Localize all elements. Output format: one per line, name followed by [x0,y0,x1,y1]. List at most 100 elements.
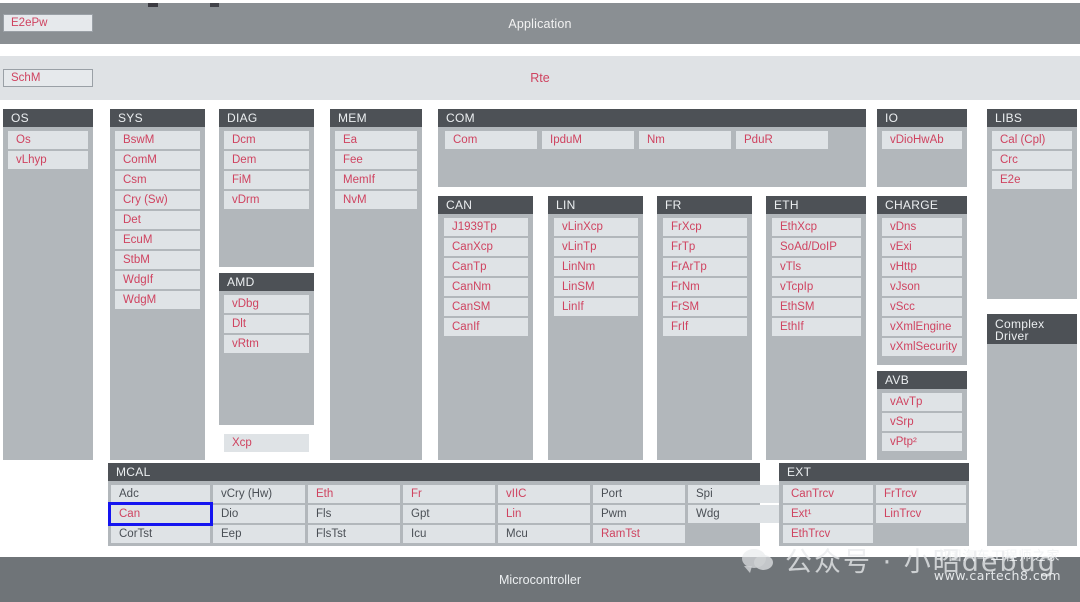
mcal-cell-icu[interactable]: Icu [403,525,495,543]
module-linnm[interactable]: LinNm [554,258,638,276]
module-frtp[interactable]: FrTp [663,238,747,256]
mcal-cell-adc[interactable]: Adc [111,485,210,503]
schm-chip[interactable]: SchM [3,69,93,87]
group-amd: AMD vDbg Dlt vRtm [219,273,314,425]
mcal-cell-viic[interactable]: vIIC [498,485,590,503]
module-dcm[interactable]: Dcm [224,131,309,149]
module-ipdum[interactable]: IpduM [542,131,634,149]
mcal-cell-gpt[interactable]: Gpt [403,505,495,523]
module-ea[interactable]: Ea [335,131,417,149]
module-vscc[interactable]: vScc [882,298,962,316]
module-stbm[interactable]: StbM [115,251,200,269]
module-fim[interactable]: FiM [224,171,309,189]
module-vptp[interactable]: vPtp² [882,433,962,451]
module-vlintp[interactable]: vLinTp [554,238,638,256]
mcal-cell-dio[interactable]: Dio [213,505,305,523]
ext-cell-cantrcv[interactable]: CanTrcv [783,485,873,503]
module-bswm[interactable]: BswM [115,131,200,149]
group-can: CAN J1939Tp CanXcp CanTp CanNm CanSM Can… [438,196,533,460]
mcal-cell-wdg[interactable]: Wdg [688,505,780,523]
ext-cell-ethtrcv[interactable]: EthTrcv [783,525,873,543]
mcal-cell-vcry-hw[interactable]: vCry (Hw) [213,485,305,503]
ext-cell-lintrcv[interactable]: LinTrcv [876,505,966,523]
module-cansm[interactable]: CanSM [444,298,528,316]
mcal-cell-cortst[interactable]: CorTst [111,525,210,543]
module-linif[interactable]: LinIf [554,298,638,316]
module-soad-doip[interactable]: SoAd/DoIP [772,238,861,256]
module-wdgm[interactable]: WdgM [115,291,200,309]
module-vtls[interactable]: vTls [772,258,861,276]
e2epw-chip[interactable]: E2ePw [3,14,93,32]
module-com[interactable]: Com [445,131,537,149]
module-cal-cpl[interactable]: Cal (Cpl) [992,131,1072,149]
module-ethxcp[interactable]: EthXcp [772,218,861,236]
mcal-cell-port[interactable]: Port [593,485,685,503]
module-frsm[interactable]: FrSM [663,298,747,316]
module-vdrm[interactable]: vDrm [224,191,309,209]
group-charge: CHARGE vDns vExi vHttp vJson vScc vXmlEn… [877,196,967,365]
module-wdgif[interactable]: WdgIf [115,271,200,289]
module-vlinxcp[interactable]: vLinXcp [554,218,638,236]
module-memif[interactable]: MemIf [335,171,417,189]
module-vxmlengine[interactable]: vXmlEngine [882,318,962,336]
mcal-cell-flstst[interactable]: FlsTst [308,525,400,543]
module-canxcp[interactable]: CanXcp [444,238,528,256]
module-nvm[interactable]: NvM [335,191,417,209]
module-vsrp[interactable]: vSrp [882,413,962,431]
rte-band: Rte [0,56,1080,100]
module-cry-sw[interactable]: Cry (Sw) [115,191,200,209]
mcal-cell-pwm[interactable]: Pwm [593,505,685,523]
module-vhttp[interactable]: vHttp [882,258,962,276]
ext-cell-frtrcv[interactable]: FrTrcv [876,485,966,503]
module-frif[interactable]: FrIf [663,318,747,336]
module-os[interactable]: Os [8,131,88,149]
module-ethsm[interactable]: EthSM [772,298,861,316]
mcal-cell-fr[interactable]: Fr [403,485,495,503]
module-vrtm[interactable]: vRtm [224,335,309,353]
module-vexi[interactable]: vExi [882,238,962,256]
module-csm[interactable]: Csm [115,171,200,189]
mcal-cell-mcu[interactable]: Mcu [498,525,590,543]
module-vlhyp[interactable]: vLhyp [8,151,88,169]
module-j1939tp[interactable]: J1939Tp [444,218,528,236]
group-mem-body: Ea Fee MemIf NvM [330,127,422,460]
module-ecum[interactable]: EcuM [115,231,200,249]
module-frnm[interactable]: FrNm [663,278,747,296]
module-vtcpip[interactable]: vTcpIp [772,278,861,296]
mcal-cell-lin[interactable]: Lin [498,505,590,523]
mcal-cell-ramtst[interactable]: RamTst [593,525,685,543]
mcal-cell-eth[interactable]: Eth [308,485,400,503]
module-vjson[interactable]: vJson [882,278,962,296]
mcal-cell-spi[interactable]: Spi [688,485,780,503]
module-comm[interactable]: ComM [115,151,200,169]
group-os-title: OS [3,109,93,127]
mcal-cell-can[interactable]: Can [108,502,213,526]
module-vavtp[interactable]: vAvTp [882,393,962,411]
module-ethif[interactable]: EthIf [772,318,861,336]
module-xcp[interactable]: Xcp [224,434,309,452]
module-fee[interactable]: Fee [335,151,417,169]
module-frxcp[interactable]: FrXcp [663,218,747,236]
group-sys-body: BswM ComM Csm Cry (Sw) Det EcuM StbM Wdg… [110,127,205,460]
module-frartp[interactable]: FrArTp [663,258,747,276]
module-vdns[interactable]: vDns [882,218,962,236]
mcal-cell-fls[interactable]: Fls [308,505,400,523]
module-canif[interactable]: CanIf [444,318,528,336]
module-pdur[interactable]: PduR [736,131,828,149]
module-vxmlsecurity[interactable]: vXmlSecurity [882,338,962,356]
module-vdbg[interactable]: vDbg [224,295,309,313]
module-vdiohwab[interactable]: vDioHwAb [882,131,962,149]
group-diag-body: Dcm Dem FiM vDrm [219,127,314,267]
module-crc[interactable]: Crc [992,151,1072,169]
module-dlt[interactable]: Dlt [224,315,309,333]
module-det[interactable]: Det [115,211,200,229]
module-linsm[interactable]: LinSM [554,278,638,296]
module-nm[interactable]: Nm [639,131,731,149]
module-e2e[interactable]: E2e [992,171,1072,189]
mcal-cell-eep[interactable]: Eep [213,525,305,543]
ext-cell-ext[interactable]: Ext¹ [783,505,873,523]
group-io: IO vDioHwAb [877,109,967,187]
module-cantp[interactable]: CanTp [444,258,528,276]
module-dem[interactable]: Dem [224,151,309,169]
module-cannm[interactable]: CanNm [444,278,528,296]
